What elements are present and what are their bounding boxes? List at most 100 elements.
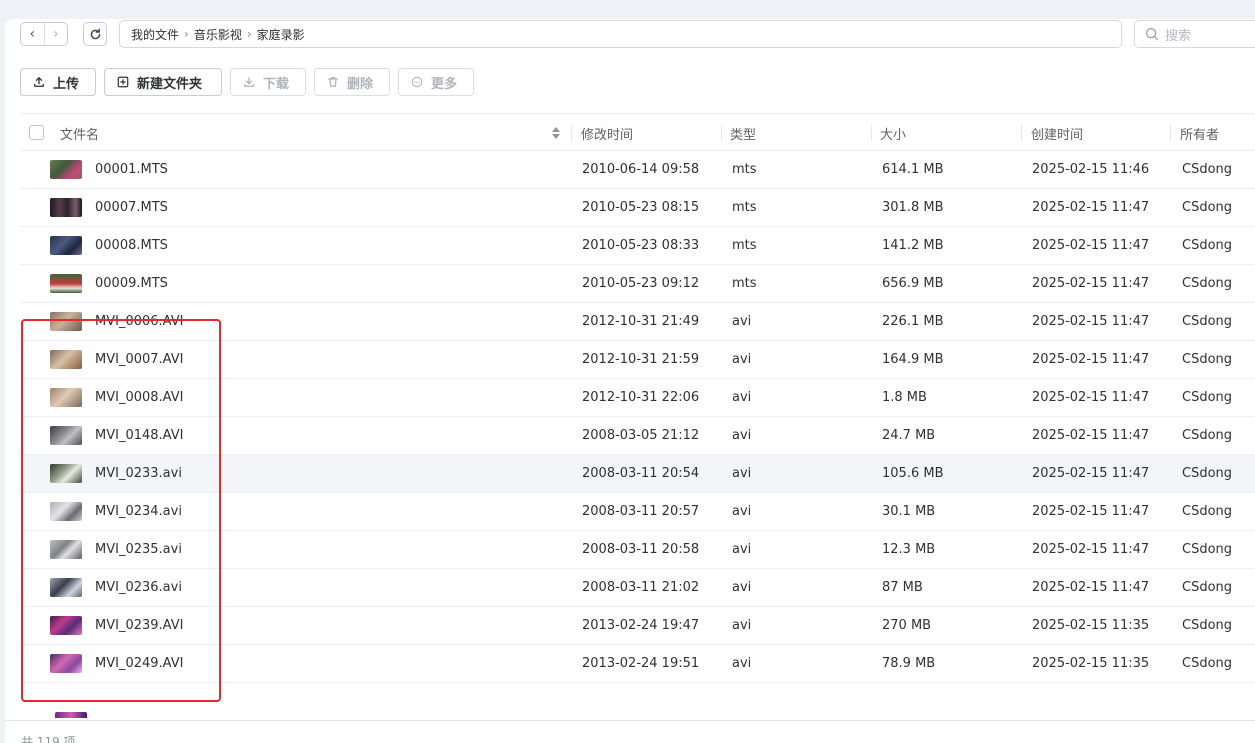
column-divider[interactable] — [1021, 125, 1022, 141]
table-row[interactable]: MVI_0249.AVI 2013-02-24 19:51 avi 78.9 MB 20… — [20, 645, 1255, 683]
file-name[interactable]: MVI_0249.AVI — [95, 645, 183, 682]
file-name[interactable]: MVI_0233.avi — [95, 455, 182, 492]
file-modified: 2010-05-23 09:12 — [582, 276, 700, 291]
file-type: mts — [732, 238, 757, 253]
file-modified: 2012-10-31 22:06 — [582, 390, 700, 405]
file-type: avi — [732, 352, 752, 367]
table-row[interactable]: 00007.MTS 2010-05-23 08:15 mts 301.8 MB 2025… — [20, 189, 1255, 227]
more-button[interactable]: 更多 — [398, 68, 474, 96]
file-modified: 2010-06-14 09:58 — [582, 162, 700, 177]
file-created: 2025-02-15 11:47 — [1032, 352, 1150, 367]
select-all-checkbox[interactable] — [29, 125, 44, 140]
search-icon — [1145, 27, 1159, 41]
download-button[interactable]: 下载 — [230, 68, 306, 96]
refresh-button[interactable] — [83, 22, 107, 46]
file-modified: 2008-03-11 21:02 — [582, 580, 700, 595]
table-row[interactable]: 00009.MTS 2010-05-23 09:12 mts 656.9 MB 2025… — [20, 265, 1255, 303]
file-type: avi — [732, 466, 752, 481]
breadcrumb-item[interactable]: 家庭录影 — [257, 26, 305, 43]
file-modified: 2008-03-11 20:58 — [582, 542, 700, 557]
upload-button[interactable]: 上传 — [20, 68, 96, 96]
column-divider[interactable] — [871, 125, 872, 141]
sort-icon[interactable] — [551, 126, 561, 140]
column-divider[interactable] — [571, 125, 572, 141]
column-header-created[interactable]: 创建时间 — [1031, 114, 1083, 152]
item-count: 共 119 项 — [21, 735, 76, 743]
column-divider[interactable] — [721, 125, 722, 141]
table-row[interactable]: MVI_0006.AVI 2012-10-31 21:49 avi 226.1 MB 2… — [20, 303, 1255, 341]
status-bar: 共 119 项 — [5, 720, 1255, 743]
file-owner: CSdong — [1182, 390, 1233, 405]
table-row[interactable]: MVI_0234.avi 2008-03-11 20:57 avi 30.1 MB 20… — [20, 493, 1255, 531]
column-header-name[interactable]: 文件名 — [60, 114, 99, 152]
file-owner: CSdong — [1182, 162, 1233, 177]
file-name[interactable]: 00001.MTS — [95, 151, 168, 188]
delete-label: 删除 — [347, 76, 374, 92]
file-created: 2025-02-15 11:47 — [1032, 504, 1150, 519]
table-row[interactable]: 00008.MTS 2010-05-23 08:33 mts 141.2 MB 2025… — [20, 227, 1255, 265]
file-thumbnail — [50, 160, 82, 179]
search-input[interactable]: 搜索 — [1134, 20, 1255, 48]
file-size: 270 MB — [882, 618, 932, 633]
table-header: 文件名 修改时间 类型 大小 创建时间 所有者 — [20, 113, 1255, 151]
file-name[interactable]: MVI_0148.AVI — [95, 417, 183, 454]
column-divider[interactable] — [1170, 125, 1171, 141]
chevron-right-icon[interactable]: › — [43, 23, 68, 45]
file-created: 2025-02-15 11:47 — [1032, 390, 1150, 405]
file-name[interactable]: MVI_0239.AVI — [95, 607, 183, 644]
file-name[interactable]: MVI_0008.AVI — [95, 379, 183, 416]
table-row[interactable]: MVI_0239.AVI 2013-02-24 19:47 avi 270 MB 202… — [20, 607, 1255, 645]
table-row[interactable]: 00001.MTS 2010-06-14 09:58 mts 614.1 MB 2025… — [20, 151, 1255, 189]
file-created: 2025-02-15 11:47 — [1032, 542, 1150, 557]
file-modified: 2008-03-11 20:57 — [582, 504, 700, 519]
column-header-size[interactable]: 大小 — [880, 114, 906, 152]
column-header-owner[interactable]: 所有者 — [1180, 114, 1219, 152]
file-name[interactable]: MVI_0235.avi — [95, 531, 182, 568]
file-owner: CSdong — [1182, 428, 1233, 443]
file-name[interactable]: 00009.MTS — [95, 265, 168, 302]
file-created: 2025-02-15 11:47 — [1032, 314, 1150, 329]
file-name[interactable]: MVI_0236.avi — [95, 569, 182, 606]
file-owner: CSdong — [1182, 656, 1233, 671]
upload-icon — [33, 76, 45, 88]
file-size: 1.8 MB — [882, 390, 927, 405]
file-size: 30.1 MB — [882, 504, 936, 519]
chevron-left-icon[interactable]: ‹ — [21, 23, 44, 45]
column-header-type[interactable]: 类型 — [730, 114, 756, 152]
table-row[interactable]: MVI_0007.AVI 2012-10-31 21:59 avi 164.9 MB 2… — [20, 341, 1255, 379]
file-name[interactable]: MVI_0007.AVI — [95, 341, 183, 378]
file-size: 105.6 MB — [882, 466, 944, 481]
file-name[interactable]: MVI_0234.avi — [95, 493, 182, 530]
file-type: mts — [732, 162, 757, 177]
file-thumbnail — [50, 312, 82, 331]
file-list: 00001.MTS 2010-06-14 09:58 mts 614.1 MB 2025… — [20, 151, 1255, 683]
table-row[interactable]: MVI_0148.AVI 2008-03-05 21:12 avi 24.7 MB 20… — [20, 417, 1255, 455]
delete-button[interactable]: 删除 — [314, 68, 390, 96]
file-owner: CSdong — [1182, 542, 1233, 557]
file-name[interactable]: 00007.MTS — [95, 189, 168, 226]
new-folder-button[interactable]: 新建文件夹 — [104, 68, 222, 96]
more-label: 更多 — [431, 76, 458, 92]
file-modified: 2008-03-05 21:12 — [582, 428, 700, 443]
file-thumbnail — [50, 426, 82, 445]
file-owner: CSdong — [1182, 200, 1233, 215]
column-header-modified[interactable]: 修改时间 — [581, 114, 633, 152]
table-row[interactable]: MVI_0236.avi 2008-03-11 21:02 avi 87 MB 2025… — [20, 569, 1255, 607]
table-row[interactable]: MVI_0008.AVI 2012-10-31 22:06 avi 1.8 MB 202… — [20, 379, 1255, 417]
file-name[interactable]: 00008.MTS — [95, 227, 168, 264]
breadcrumb-item[interactable]: 我的文件 — [131, 26, 179, 43]
table-row[interactable]: MVI_0235.avi 2008-03-11 20:58 avi 12.3 MB 20… — [20, 531, 1255, 569]
file-type: avi — [732, 580, 752, 595]
file-name[interactable]: MVI_0006.AVI — [95, 303, 183, 340]
table-row[interactable]: MVI_0233.avi 2008-03-11 20:54 avi 105.6 MB 2… — [20, 455, 1255, 493]
file-modified: 2012-10-31 21:59 — [582, 352, 700, 367]
file-thumbnail — [50, 578, 82, 597]
file-thumbnail — [50, 198, 82, 217]
file-created: 2025-02-15 11:47 — [1032, 466, 1150, 481]
file-created: 2025-02-15 11:47 — [1032, 238, 1150, 253]
breadcrumb-item[interactable]: 音乐影视 — [194, 26, 242, 43]
file-owner: CSdong — [1182, 466, 1233, 481]
file-modified: 2010-05-23 08:15 — [582, 200, 700, 215]
file-thumbnail — [50, 654, 82, 673]
file-size: 87 MB — [882, 580, 923, 595]
